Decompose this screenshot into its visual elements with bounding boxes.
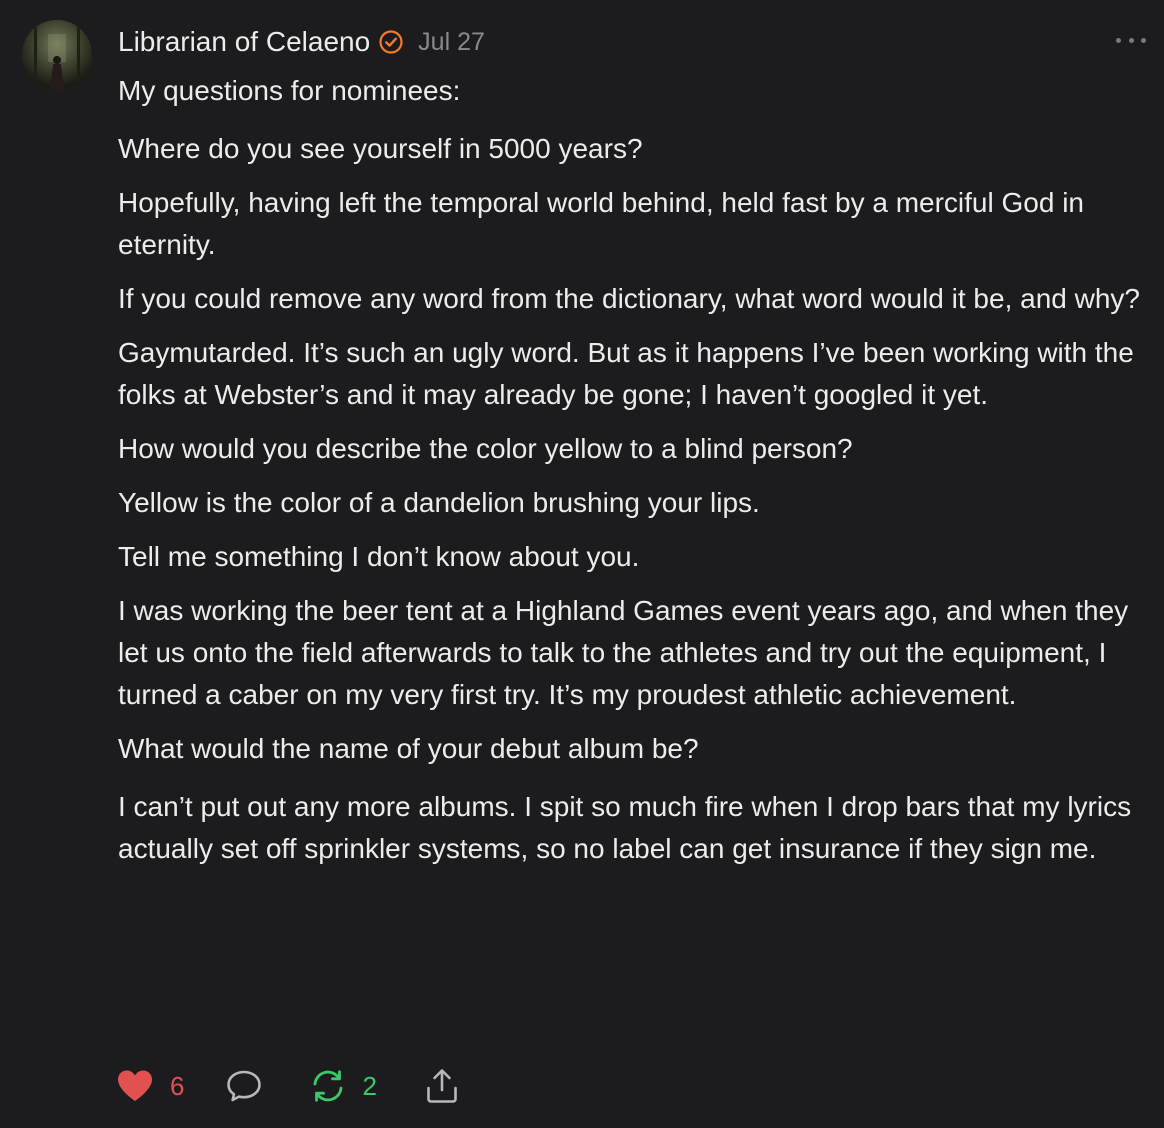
avatar[interactable] <box>22 20 92 90</box>
comment-button[interactable] <box>226 1069 262 1103</box>
post-paragraph: I was working the beer tent at a Highlan… <box>118 595 1129 710</box>
more-dot <box>1128 37 1134 43</box>
more-dot <box>1116 37 1121 43</box>
post-paragraph: Gaymutarded. It’s such an ugly word. But… <box>118 337 1134 410</box>
post-header: Librarian of Celaeno Jul 27 <box>118 24 485 60</box>
like-count: 6 <box>170 1071 185 1101</box>
share-icon <box>425 1068 459 1104</box>
repost-button[interactable]: 2 <box>310 1064 377 1108</box>
more-dot <box>1141 37 1146 43</box>
post-paragraph: I can’t put out any more albums. I spit … <box>118 791 1132 864</box>
post-date[interactable]: Jul 27 <box>418 24 485 60</box>
author-name[interactable]: Librarian of Celaeno <box>118 24 370 60</box>
repost-icon <box>310 1069 346 1103</box>
post-paragraph: My questions for nominees: <box>118 75 461 106</box>
post-paragraph: If you could remove any word from the di… <box>118 283 1140 314</box>
repost-count: 2 <box>362 1071 377 1101</box>
post-paragraph: How would you describe the color yellow … <box>118 433 853 464</box>
like-button[interactable]: 6 <box>116 1064 184 1108</box>
post-body: My questions for nominees: Where do you … <box>118 70 1154 870</box>
post: Librarian of Celaeno Jul 27 My questions… <box>0 0 1164 1128</box>
post-paragraph: Tell me something I don’t know about you… <box>118 541 640 572</box>
post-paragraph: Where do you see yourself in 5000 years? <box>118 133 643 164</box>
share-button[interactable] <box>425 1068 459 1104</box>
comment-bubble-icon <box>226 1069 262 1103</box>
heart-icon <box>116 1069 154 1103</box>
post-paragraph: What would the name of your debut album … <box>118 733 699 764</box>
action-bar: 6 2 <box>116 1064 459 1108</box>
post-paragraph: Yellow is the color of a dandelion brush… <box>118 487 760 518</box>
verified-check-icon <box>378 29 404 55</box>
more-options-icon[interactable] <box>1116 30 1146 50</box>
post-paragraph: Hopefully, having left the temporal worl… <box>118 187 1084 260</box>
